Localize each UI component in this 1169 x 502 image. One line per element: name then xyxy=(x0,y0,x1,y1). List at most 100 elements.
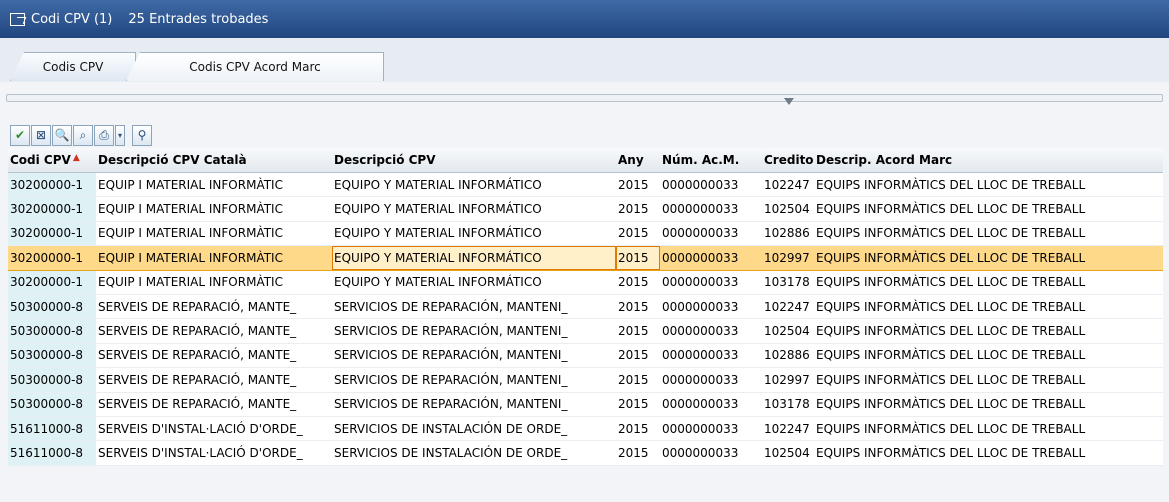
cell-descripcio-catala[interactable]: SERVEIS D'INSTAL·LACIÓ D'ORDE_ xyxy=(96,416,332,442)
table-row[interactable]: 50300000-8 SERVEIS DE REPARACIÓ, MANTE_ SE… xyxy=(8,294,1163,320)
cell-num-acm[interactable]: 0000000033 xyxy=(660,440,762,466)
cell-creditor[interactable]: 102997 xyxy=(762,245,814,271)
cell-descripcio[interactable]: EQUIPO Y MATERIAL INFORMÁTICO xyxy=(332,270,616,295)
cell-descripcio-catala[interactable]: EQUIP I MATERIAL INFORMÀTIC xyxy=(96,221,332,247)
cell-creditor[interactable]: 102504 xyxy=(762,196,814,222)
cell-descrip-acord-marc[interactable]: EQUIPS INFORMÀTICS DEL LLOC DE TREBALL xyxy=(814,245,1163,271)
cell-num-acm[interactable]: 0000000033 xyxy=(660,270,762,295)
cell-descrip-acord-marc[interactable]: EQUIPS INFORMÀTICS DEL LLOC DE TREBALL xyxy=(814,270,1163,295)
cell-num-acm[interactable]: 0000000033 xyxy=(660,392,762,417)
cell-creditor[interactable]: 102247 xyxy=(762,416,814,442)
cell-descripcio-catala[interactable]: EQUIP I MATERIAL INFORMÀTIC xyxy=(96,196,332,222)
cell-codi-cpv[interactable]: 30200000-1 xyxy=(8,270,96,295)
table-row[interactable]: 50300000-8 SERVEIS DE REPARACIÓ, MANTE_ SE… xyxy=(8,318,1163,344)
cell-codi-cpv[interactable]: 30200000-1 xyxy=(8,172,96,198)
cell-descripcio[interactable]: SERVICIOS DE REPARACIÓN, MANTENI_ xyxy=(332,392,616,417)
cell-creditor[interactable]: 102247 xyxy=(762,172,814,198)
column-header-any[interactable]: Any xyxy=(616,148,660,173)
cell-descripcio[interactable]: EQUIPO Y MATERIAL INFORMÁTICO xyxy=(332,221,616,247)
cell-any[interactable]: 2015 xyxy=(616,294,660,320)
cell-num-acm[interactable]: 0000000033 xyxy=(660,343,762,369)
cell-num-acm[interactable]: 0000000033 xyxy=(660,416,762,442)
cell-codi-cpv[interactable]: 30200000-1 xyxy=(8,245,96,271)
find-icon[interactable]: 🔍 xyxy=(52,124,72,146)
hierarchy-icon[interactable]: ⚲ xyxy=(132,124,152,146)
tab-codis-cpv[interactable]: Codis CPV xyxy=(10,52,136,81)
dropdown-icon[interactable]: ▾ xyxy=(115,124,125,146)
cell-num-acm[interactable]: 0000000033 xyxy=(660,318,762,344)
cell-descrip-acord-marc[interactable]: EQUIPS INFORMÀTICS DEL LLOC DE TREBALL xyxy=(814,343,1163,369)
cell-any[interactable]: 2015 xyxy=(616,172,660,198)
cell-descripcio-catala[interactable]: EQUIP I MATERIAL INFORMÀTIC xyxy=(96,270,332,295)
cell-descrip-acord-marc[interactable]: EQUIPS INFORMÀTICS DEL LLOC DE TREBALL xyxy=(814,392,1163,417)
cell-descripcio[interactable]: EQUIPO Y MATERIAL INFORMÁTICO xyxy=(332,172,616,198)
cell-codi-cpv[interactable]: 30200000-1 xyxy=(8,221,96,247)
column-header-num-acm[interactable]: Núm. Ac.M. xyxy=(660,148,762,173)
table-row[interactable]: 51611000-8 SERVEIS D'INSTAL·LACIÓ D'ORDE_… xyxy=(8,440,1163,466)
cell-descripcio-catala[interactable]: EQUIP I MATERIAL INFORMÀTIC xyxy=(96,172,332,198)
cell-descripcio[interactable]: SERVICIOS DE REPARACIÓN, MANTENI_ xyxy=(332,294,616,320)
filter-icon[interactable] xyxy=(784,98,794,105)
table-row[interactable]: 30200000-1 EQUIP I MATERIAL INFORMÀTIC EQU… xyxy=(8,196,1163,222)
cell-descrip-acord-marc[interactable]: EQUIPS INFORMÀTICS DEL LLOC DE TREBALL xyxy=(814,416,1163,442)
cell-descripcio[interactable]: EQUIPO Y MATERIAL INFORMÁTICO xyxy=(332,196,616,222)
cell-descripcio-catala[interactable]: SERVEIS DE REPARACIÓ, MANTE_ xyxy=(96,392,332,417)
table-row[interactable]: 30200000-1 EQUIP I MATERIAL INFORMÀTIC EQU… xyxy=(8,172,1163,198)
cell-descrip-acord-marc[interactable]: EQUIPS INFORMÀTICS DEL LLOC DE TREBALL xyxy=(814,440,1163,466)
cell-descripcio-catala[interactable]: SERVEIS D'INSTAL·LACIÓ D'ORDE_ xyxy=(96,440,332,466)
table-row[interactable]: 30200000-1 EQUIP I MATERIAL INFORMÀTIC EQU… xyxy=(8,245,1163,271)
find-next-icon[interactable]: ⌕ xyxy=(73,124,93,146)
cell-descrip-acord-marc[interactable]: EQUIPS INFORMÀTICS DEL LLOC DE TREBALL xyxy=(814,318,1163,344)
cell-descripcio[interactable]: SERVICIOS DE REPARACIÓN, MANTENI_ xyxy=(332,343,616,369)
column-header-descrip-acord-marc[interactable]: Descrip. Acord Marc xyxy=(814,148,1163,173)
cell-descripcio-catala[interactable]: SERVEIS DE REPARACIÓ, MANTE_ xyxy=(96,367,332,393)
check-icon[interactable]: ✔ xyxy=(10,124,30,146)
cell-codi-cpv[interactable]: 50300000-8 xyxy=(8,392,96,417)
cell-descripcio[interactable]: SERVICIOS DE REPARACIÓN, MANTENI_ xyxy=(332,318,616,344)
cell-codi-cpv[interactable]: 50300000-8 xyxy=(8,318,96,344)
cell-any[interactable]: 2015 xyxy=(616,367,660,393)
table-row[interactable]: 50300000-8 SERVEIS DE REPARACIÓ, MANTE_ SE… xyxy=(8,367,1163,393)
cell-any[interactable]: 2015 xyxy=(616,343,660,369)
cell-num-acm[interactable]: 0000000033 xyxy=(660,367,762,393)
cell-codi-cpv[interactable]: 51611000-8 xyxy=(8,416,96,442)
cell-codi-cpv[interactable]: 50300000-8 xyxy=(8,367,96,393)
print-icon[interactable]: ⎙ xyxy=(94,124,114,146)
filter-bar[interactable] xyxy=(6,94,1163,102)
cell-any[interactable]: 2015 xyxy=(616,245,660,271)
cell-descrip-acord-marc[interactable]: EQUIPS INFORMÀTICS DEL LLOC DE TREBALL xyxy=(814,196,1163,222)
cell-any[interactable]: 2015 xyxy=(616,416,660,442)
cell-any[interactable]: 2015 xyxy=(616,196,660,222)
tab-codis-cpv-acord-marc[interactable]: Codis CPV Acord Marc xyxy=(126,52,384,81)
table-row[interactable]: 50300000-8 SERVEIS DE REPARACIÓ, MANTE_ SE… xyxy=(8,392,1163,417)
cell-any[interactable]: 2015 xyxy=(616,221,660,247)
cell-num-acm[interactable]: 0000000033 xyxy=(660,245,762,271)
table-row[interactable]: 50300000-8 SERVEIS DE REPARACIÓ, MANTE_ SE… xyxy=(8,343,1163,369)
column-header-descripcio-catala[interactable]: Descripció CPV Català xyxy=(96,148,332,173)
cell-codi-cpv[interactable]: 30200000-1 xyxy=(8,196,96,222)
cell-creditor[interactable]: 103178 xyxy=(762,392,814,417)
cell-creditor[interactable]: 102247 xyxy=(762,294,814,320)
cell-num-acm[interactable]: 0000000033 xyxy=(660,172,762,198)
table-row[interactable]: 30200000-1 EQUIP I MATERIAL INFORMÀTIC EQU… xyxy=(8,270,1163,295)
column-header-codi-cpv[interactable]: Codi CPV ▲ xyxy=(8,148,96,173)
column-header-descripcio[interactable]: Descripció CPV xyxy=(332,148,616,173)
cell-creditor[interactable]: 103178 xyxy=(762,270,814,295)
cell-descripcio[interactable]: SERVICIOS DE INSTALACIÓN DE ORDE_ xyxy=(332,440,616,466)
cell-num-acm[interactable]: 0000000033 xyxy=(660,221,762,247)
cell-descripcio[interactable]: SERVICIOS DE INSTALACIÓN DE ORDE_ xyxy=(332,416,616,442)
cell-creditor[interactable]: 102504 xyxy=(762,440,814,466)
cell-codi-cpv[interactable]: 51611000-8 xyxy=(8,440,96,466)
cell-num-acm[interactable]: 0000000033 xyxy=(660,196,762,222)
cell-descripcio-catala[interactable]: SERVEIS DE REPARACIÓ, MANTE_ xyxy=(96,318,332,344)
cell-creditor[interactable]: 102504 xyxy=(762,318,814,344)
cell-any[interactable]: 2015 xyxy=(616,318,660,344)
cell-creditor[interactable]: 102997 xyxy=(762,367,814,393)
cell-descripcio[interactable]: EQUIPO Y MATERIAL INFORMÁTICO xyxy=(332,245,616,271)
cell-descrip-acord-marc[interactable]: EQUIPS INFORMÀTICS DEL LLOC DE TREBALL xyxy=(814,294,1163,320)
cell-creditor[interactable]: 102886 xyxy=(762,221,814,247)
cell-descrip-acord-marc[interactable]: EQUIPS INFORMÀTICS DEL LLOC DE TREBALL xyxy=(814,172,1163,198)
cell-any[interactable]: 2015 xyxy=(616,270,660,295)
cell-descripcio-catala[interactable]: SERVEIS DE REPARACIÓ, MANTE_ xyxy=(96,294,332,320)
table-view-icon[interactable]: ⊠ xyxy=(31,124,51,146)
